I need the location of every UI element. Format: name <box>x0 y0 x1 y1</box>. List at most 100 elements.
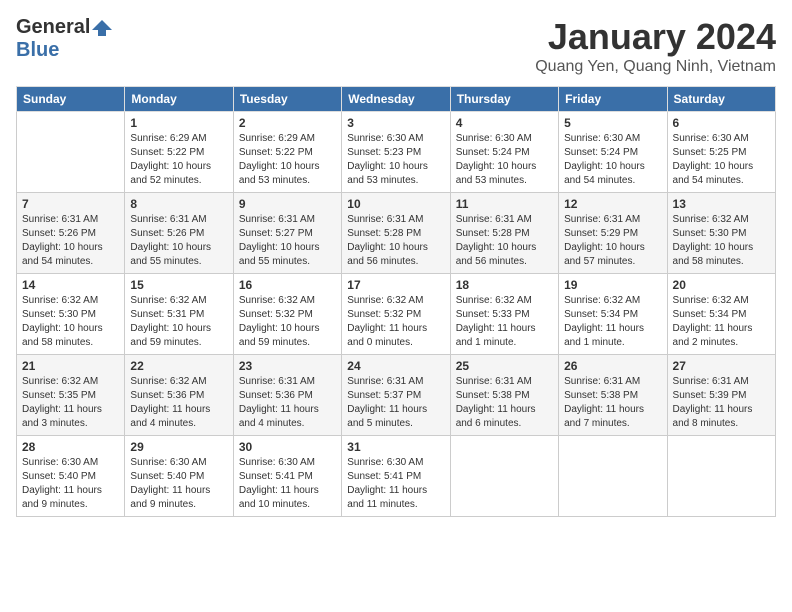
day-number: 1 <box>130 116 227 130</box>
day-info: Sunrise: 6:30 AMSunset: 5:41 PMDaylight:… <box>239 456 336 512</box>
calendar-cell <box>450 436 558 517</box>
day-info: Sunrise: 6:32 AMSunset: 5:31 PMDaylight:… <box>130 294 227 350</box>
day-number: 7 <box>22 197 119 211</box>
calendar-cell: 5 Sunrise: 6:30 AMSunset: 5:24 PMDaylight… <box>559 112 667 193</box>
day-number: 23 <box>239 359 336 373</box>
day-number: 29 <box>130 440 227 454</box>
day-number: 31 <box>347 440 444 454</box>
calendar-cell: 28 Sunrise: 6:30 AMSunset: 5:40 PMDayligh… <box>17 436 125 517</box>
calendar-header-saturday: Saturday <box>667 87 775 112</box>
day-number: 9 <box>239 197 336 211</box>
calendar-header-tuesday: Tuesday <box>233 87 341 112</box>
calendar-cell: 21 Sunrise: 6:32 AMSunset: 5:35 PMDayligh… <box>17 355 125 436</box>
day-info: Sunrise: 6:32 AMSunset: 5:36 PMDaylight:… <box>130 375 227 431</box>
day-info: Sunrise: 6:31 AMSunset: 5:39 PMDaylight:… <box>673 375 770 431</box>
calendar-cell: 30Sunrise: 6:30 AMSunset: 5:41 PMDayligh… <box>233 436 341 517</box>
day-number: 13 <box>673 197 770 211</box>
logo-blue-text: Blue <box>16 39 59 61</box>
day-info: Sunrise: 6:30 AMSunset: 5:41 PMDaylight:… <box>347 456 444 512</box>
day-info: Sunrise: 6:31 AMSunset: 5:36 PMDaylight:… <box>239 375 336 431</box>
calendar-cell: 13Sunrise: 6:32 AMSunset: 5:30 PMDayligh… <box>667 193 775 274</box>
calendar-cell: 18 Sunrise: 6:32 AMSunset: 5:33 PMDayligh… <box>450 274 558 355</box>
calendar-cell <box>559 436 667 517</box>
day-number: 17 <box>347 278 444 292</box>
day-number: 10 <box>347 197 444 211</box>
page-header: General Blue January 2024 Quang Yen, Qua… <box>16 16 776 76</box>
calendar-cell: 10 Sunrise: 6:31 AMSunset: 5:28 PMDayligh… <box>342 193 450 274</box>
calendar-cell: 9 Sunrise: 6:31 AMSunset: 5:27 PMDaylight… <box>233 193 341 274</box>
calendar-cell: 7 Sunrise: 6:31 AMSunset: 5:26 PMDaylight… <box>17 193 125 274</box>
day-info: Sunrise: 6:31 AMSunset: 5:27 PMDaylight:… <box>239 213 336 269</box>
day-info: Sunrise: 6:32 AMSunset: 5:35 PMDaylight:… <box>22 375 119 431</box>
day-number: 18 <box>456 278 553 292</box>
calendar-cell: 24 Sunrise: 6:31 AMSunset: 5:37 PMDayligh… <box>342 355 450 436</box>
day-number: 12 <box>564 197 661 211</box>
day-number: 8 <box>130 197 227 211</box>
calendar-cell: 16 Sunrise: 6:32 AMSunset: 5:32 PMDayligh… <box>233 274 341 355</box>
day-number: 20 <box>673 278 770 292</box>
calendar-header-thursday: Thursday <box>450 87 558 112</box>
calendar-cell: 31 Sunrise: 6:30 AMSunset: 5:41 PMDayligh… <box>342 436 450 517</box>
day-info: Sunrise: 6:31 AMSunset: 5:28 PMDaylight:… <box>456 213 553 269</box>
day-info: Sunrise: 6:30 AMSunset: 5:24 PMDaylight:… <box>564 132 661 188</box>
day-info: Sunrise: 6:32 AMSunset: 5:32 PMDaylight:… <box>239 294 336 350</box>
calendar-cell: 8 Sunrise: 6:31 AMSunset: 5:26 PMDaylight… <box>125 193 233 274</box>
calendar-header-row: SundayMondayTuesdayWednesdayThursdayFrid… <box>17 87 776 112</box>
calendar-cell: 3Sunrise: 6:30 AMSunset: 5:23 PMDaylight… <box>342 112 450 193</box>
day-info: Sunrise: 6:31 AMSunset: 5:28 PMDaylight:… <box>347 213 444 269</box>
day-info: Sunrise: 6:31 AMSunset: 5:38 PMDaylight:… <box>564 375 661 431</box>
calendar-week-row: 14 Sunrise: 6:32 AMSunset: 5:30 PMDayligh… <box>17 274 776 355</box>
day-info: Sunrise: 6:31 AMSunset: 5:37 PMDaylight:… <box>347 375 444 431</box>
day-info: Sunrise: 6:32 AMSunset: 5:32 PMDaylight:… <box>347 294 444 350</box>
calendar-body: 1 Sunrise: 6:29 AMSunset: 5:22 PMDaylight… <box>17 112 776 517</box>
day-info: Sunrise: 6:30 AMSunset: 5:40 PMDaylight:… <box>22 456 119 512</box>
title-section: January 2024 Quang Yen, Quang Ninh, Viet… <box>535 16 776 76</box>
calendar-header-wednesday: Wednesday <box>342 87 450 112</box>
calendar-cell: 12 Sunrise: 6:31 AMSunset: 5:29 PMDayligh… <box>559 193 667 274</box>
day-number: 15 <box>130 278 227 292</box>
calendar-week-row: 28 Sunrise: 6:30 AMSunset: 5:40 PMDayligh… <box>17 436 776 517</box>
day-number: 19 <box>564 278 661 292</box>
calendar-location: Quang Yen, Quang Ninh, Vietnam <box>535 58 776 76</box>
day-number: 16 <box>239 278 336 292</box>
day-number: 6 <box>673 116 770 130</box>
day-info: Sunrise: 6:31 AMSunset: 5:26 PMDaylight:… <box>22 213 119 269</box>
day-number: 27 <box>673 359 770 373</box>
day-info: Sunrise: 6:29 AMSunset: 5:22 PMDaylight:… <box>239 132 336 188</box>
calendar-cell: 15 Sunrise: 6:32 AMSunset: 5:31 PMDayligh… <box>125 274 233 355</box>
day-info: Sunrise: 6:32 AMSunset: 5:34 PMDaylight:… <box>673 294 770 350</box>
calendar-cell: 6Sunrise: 6:30 AMSunset: 5:25 PMDaylight… <box>667 112 775 193</box>
calendar-cell <box>17 112 125 193</box>
calendar-cell: 20 Sunrise: 6:32 AMSunset: 5:34 PMDayligh… <box>667 274 775 355</box>
day-number: 22 <box>130 359 227 373</box>
calendar-cell: 14 Sunrise: 6:32 AMSunset: 5:30 PMDayligh… <box>17 274 125 355</box>
logo-general-text: General <box>16 16 90 39</box>
day-number: 14 <box>22 278 119 292</box>
day-number: 24 <box>347 359 444 373</box>
calendar-cell: 23 Sunrise: 6:31 AMSunset: 5:36 PMDayligh… <box>233 355 341 436</box>
day-info: Sunrise: 6:31 AMSunset: 5:29 PMDaylight:… <box>564 213 661 269</box>
calendar-cell: 25 Sunrise: 6:31 AMSunset: 5:38 PMDayligh… <box>450 355 558 436</box>
calendar-cell: 27 Sunrise: 6:31 AMSunset: 5:39 PMDayligh… <box>667 355 775 436</box>
day-number: 4 <box>456 116 553 130</box>
day-info: Sunrise: 6:30 AMSunset: 5:23 PMDaylight:… <box>347 132 444 188</box>
day-number: 25 <box>456 359 553 373</box>
day-info: Sunrise: 6:32 AMSunset: 5:30 PMDaylight:… <box>22 294 119 350</box>
day-number: 26 <box>564 359 661 373</box>
calendar-cell: 4 Sunrise: 6:30 AMSunset: 5:24 PMDaylight… <box>450 112 558 193</box>
day-info: Sunrise: 6:30 AMSunset: 5:40 PMDaylight:… <box>130 456 227 512</box>
day-info: Sunrise: 6:31 AMSunset: 5:38 PMDaylight:… <box>456 375 553 431</box>
calendar-cell <box>667 436 775 517</box>
day-number: 2 <box>239 116 336 130</box>
day-info: Sunrise: 6:31 AMSunset: 5:26 PMDaylight:… <box>130 213 227 269</box>
day-info: Sunrise: 6:32 AMSunset: 5:33 PMDaylight:… <box>456 294 553 350</box>
calendar-cell: 19 Sunrise: 6:32 AMSunset: 5:34 PMDayligh… <box>559 274 667 355</box>
day-number: 28 <box>22 440 119 454</box>
calendar-week-row: 1 Sunrise: 6:29 AMSunset: 5:22 PMDaylight… <box>17 112 776 193</box>
day-number: 5 <box>564 116 661 130</box>
day-number: 21 <box>22 359 119 373</box>
calendar-week-row: 7 Sunrise: 6:31 AMSunset: 5:26 PMDaylight… <box>17 193 776 274</box>
calendar-cell: 11Sunrise: 6:31 AMSunset: 5:28 PMDayligh… <box>450 193 558 274</box>
day-info: Sunrise: 6:30 AMSunset: 5:24 PMDaylight:… <box>456 132 553 188</box>
day-info: Sunrise: 6:32 AMSunset: 5:34 PMDaylight:… <box>564 294 661 350</box>
